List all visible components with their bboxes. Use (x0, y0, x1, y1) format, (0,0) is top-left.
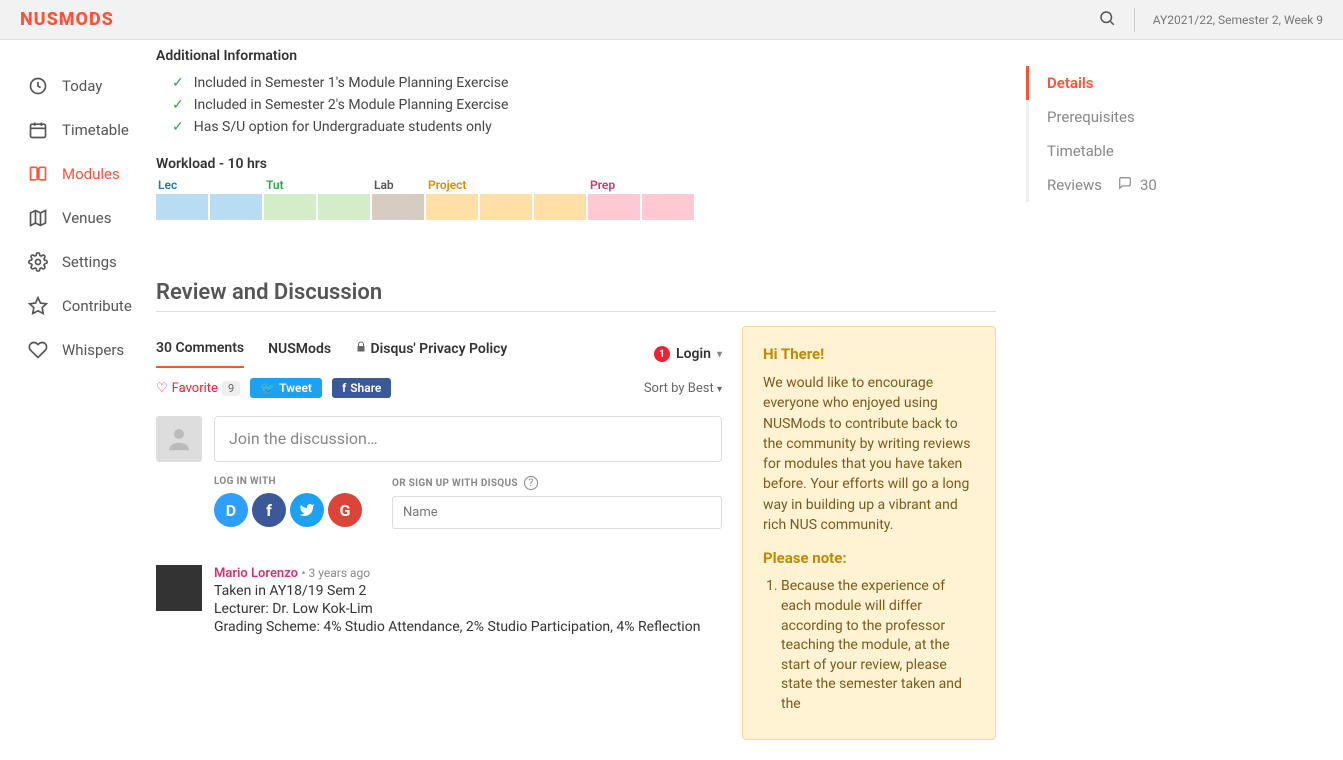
tab-comments[interactable]: 30 Comments (156, 340, 244, 368)
rightnav-item-prerequisites[interactable]: Prerequisites (1026, 100, 1286, 134)
rightnav-item-reviews[interactable]: Reviews 30 (1026, 168, 1286, 202)
info-text: Included in Semester 1's Module Planning… (194, 75, 509, 91)
workload-heading: Workload - 10 hrs (156, 156, 996, 172)
tweet-button[interactable]: 🐦Tweet (250, 378, 322, 398)
login-with-label: LOG IN WITH (214, 476, 362, 487)
wl-label-tut: Tut (264, 174, 372, 194)
favorite-button[interactable]: ♡ Favorite 9 (156, 381, 240, 396)
twitter-icon: 🐦 (260, 381, 275, 395)
sidebar-item-label: Today (62, 77, 102, 95)
chevron-down-icon: ▾ (717, 349, 722, 360)
notice-heading: Hi There! (763, 345, 975, 363)
sidebar-item-label: Venues (62, 209, 111, 227)
logo[interactable]: NUSMODS (20, 9, 114, 30)
help-icon[interactable]: ? (524, 476, 538, 490)
signup-with-label: OR SIGN UP WITH DISQUS (392, 478, 518, 489)
wl-label-lec: Lec (156, 174, 264, 194)
comment-icon (1118, 176, 1132, 194)
comment-time: • 3 years ago (302, 566, 371, 580)
comment-line: Grading Scheme: 4% Studio Attendance, 2%… (214, 619, 722, 635)
share-button[interactable]: fShare (332, 378, 391, 398)
comment-input[interactable]: Join the discussion… (214, 416, 722, 462)
info-line: ✓ Included in Semester 2's Module Plannin… (156, 94, 996, 116)
sidebar-item-timetable[interactable]: Timetable (28, 108, 156, 152)
sidebar-item-modules[interactable]: Modules (28, 152, 156, 196)
sidebar-item-label: Settings (62, 253, 117, 271)
sidebar-item-label: Whispers (62, 341, 124, 359)
info-text: Has S/U option for Undergraduate student… (194, 119, 492, 135)
review-notice: Hi There! We would like to encourage eve… (742, 326, 996, 740)
notice-subheading: Please note: (763, 549, 975, 567)
tab-privacy[interactable]: Disqus' Privacy Policy (355, 341, 507, 367)
rightnav-item-timetable[interactable]: Timetable (1026, 134, 1286, 168)
avatar-placeholder (156, 416, 202, 462)
comment: Mario Lorenzo • 3 years ago Taken in AY1… (156, 565, 722, 635)
comment-line: Taken in AY18/19 Sem 2 (214, 583, 722, 599)
additional-info-heading: Additional Information (156, 48, 996, 64)
sidebar-item-label: Modules (62, 165, 120, 183)
sidebar-item-today[interactable]: Today (28, 64, 156, 108)
disqus-tabbar: 30 Comments NUSMods Disqus' Privacy Poli… (156, 340, 722, 368)
login-label: Login (676, 346, 711, 362)
favorite-label: Favorite (172, 381, 218, 396)
favorite-count: 9 (222, 381, 240, 396)
info-text: Included in Semester 2's Module Planning… (194, 97, 509, 113)
rightnav-item-details[interactable]: Details (1026, 66, 1286, 100)
sidebar-item-venues[interactable]: Venues (28, 196, 156, 240)
chevron-down-icon: ▾ (717, 384, 722, 395)
notice-list-item: Because the experience of each module wi… (781, 577, 975, 714)
login-twitter-button[interactable] (290, 493, 324, 527)
tab-nusmods[interactable]: NUSMods (268, 341, 331, 367)
login-facebook-button[interactable]: f (252, 493, 286, 527)
notice-paragraph: We would like to encourage everyone who … (763, 373, 975, 535)
divider (1134, 8, 1135, 32)
review-count: 30 (1140, 176, 1157, 194)
name-input[interactable] (392, 496, 722, 529)
check-icon: ✓ (172, 75, 184, 91)
login-google-button[interactable]: G (328, 493, 362, 527)
workload-chart: Lec Tut Lab Project Prep (156, 174, 996, 220)
right-nav: Details Prerequisites Timetable Reviews … (1026, 48, 1286, 740)
wl-label-lab: Lab (372, 174, 426, 194)
wl-label-prep: Prep (588, 174, 696, 194)
sidebar-item-settings[interactable]: Settings (28, 240, 156, 284)
comment-author[interactable]: Mario Lorenzo (214, 566, 298, 581)
comment-line: Lecturer: Dr. Low Kok-Lim (214, 601, 722, 617)
info-line: ✓ Has S/U option for Undergraduate studen… (156, 116, 996, 138)
main-content: Additional Information ✓ Included in Seme… (156, 48, 996, 740)
login-disqus-button[interactable]: D (214, 493, 248, 527)
sidebar-item-contribute[interactable]: Contribute (28, 284, 156, 328)
sort-dropdown[interactable]: Sort by Best ▾ (644, 381, 722, 396)
period-label: AY2021/22, Semester 2, Week 9 (1153, 13, 1323, 27)
sidebar-item-label: Contribute (62, 297, 132, 315)
sidebar-item-whispers[interactable]: Whispers (28, 328, 156, 372)
check-icon: ✓ (172, 97, 184, 113)
comment-avatar (156, 565, 202, 611)
login-badge: 1 (654, 346, 670, 362)
heart-icon: ♡ (156, 381, 168, 396)
sidebar-item-label: Timetable (62, 121, 129, 139)
facebook-icon: f (342, 381, 346, 395)
login-dropdown[interactable]: 1 Login ▾ (654, 346, 722, 362)
info-line: ✓ Included in Semester 1's Module Plannin… (156, 72, 996, 94)
review-heading: Review and Discussion (156, 280, 996, 312)
privacy-label: Disqus' Privacy Policy (371, 341, 508, 357)
check-icon: ✓ (172, 119, 184, 135)
wl-label-project: Project (426, 174, 588, 194)
search-icon[interactable] (1098, 9, 1116, 30)
topbar: NUSMODS AY2021/22, Semester 2, Week 9 (0, 0, 1343, 40)
lock-icon (355, 341, 367, 357)
sidebar: Today Timetable Modules Venues Settings … (0, 40, 156, 760)
